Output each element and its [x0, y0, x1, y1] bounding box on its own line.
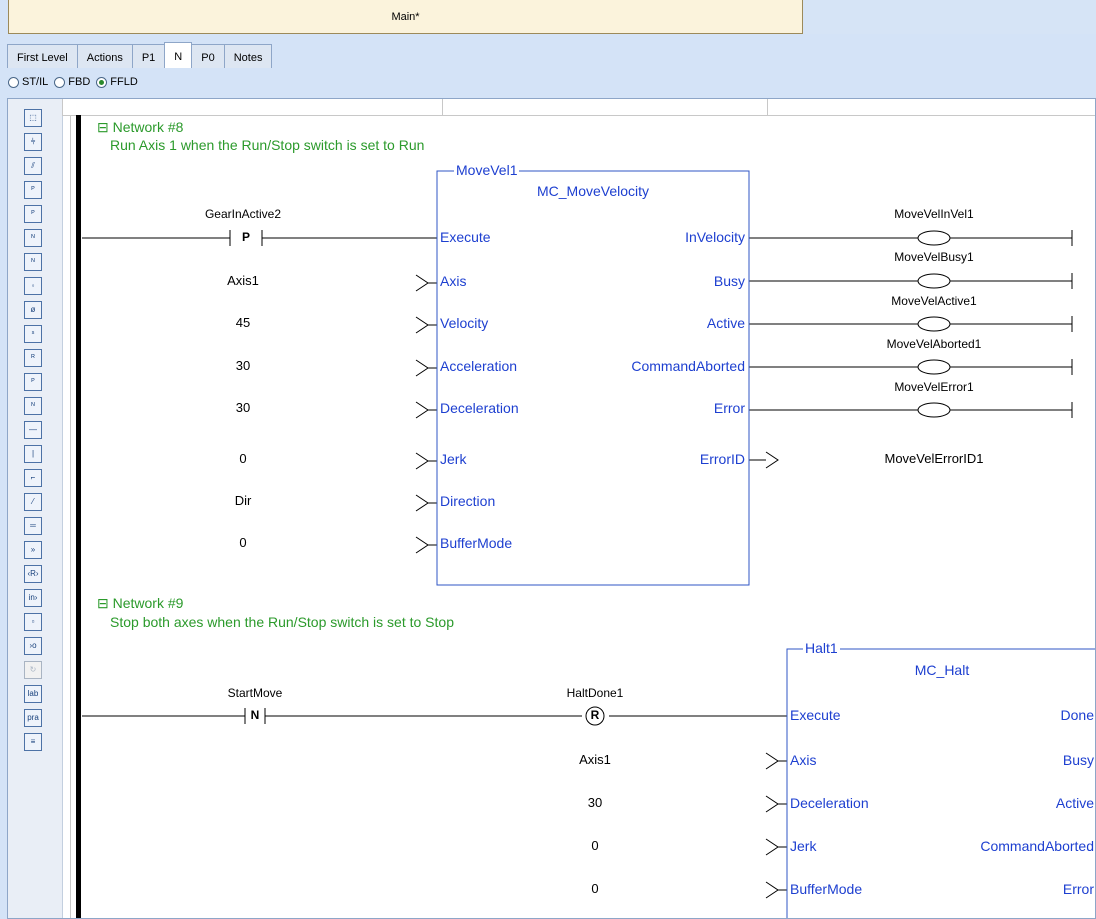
tab-p0[interactable]: P0 — [191, 44, 225, 68]
reset-coil-symbol[interactable]: R — [395, 708, 795, 722]
block-input-pin: Jerk — [440, 451, 467, 467]
output-variable[interactable]: MoveVelErrorID1 — [734, 451, 1095, 466]
block-input-pin: Execute — [790, 707, 841, 723]
falling-coil-icon[interactable]: ᴺ — [24, 397, 42, 415]
horizontal-line-icon[interactable]: — — [24, 421, 42, 439]
pragma-icon[interactable]: pra — [24, 709, 42, 727]
vertical-line-icon[interactable]: | — [24, 445, 42, 463]
negated-contact-icon[interactable]: ⫽ — [24, 157, 42, 175]
input-value[interactable]: Axis1 — [43, 273, 443, 288]
block-input-pin: Deceleration — [790, 795, 869, 811]
coil-label[interactable]: HaltDone1 — [395, 686, 795, 700]
input-value[interactable]: Axis1 — [395, 752, 795, 767]
contact-symbol[interactable]: P — [46, 230, 446, 244]
pulse-contact-icon[interactable]: ᴾ — [24, 181, 42, 199]
block-input-pin: Execute — [440, 229, 491, 245]
coil-icon[interactable]: ◦ — [24, 277, 42, 295]
variable-icon[interactable]: ▫ — [24, 613, 42, 631]
title-strip-filler — [803, 0, 1096, 34]
negated-pulse-contact-icon[interactable]: ᴾ — [24, 205, 42, 223]
radio-st-il[interactable]: ST/IL — [8, 76, 48, 88]
step-icon[interactable]: ⌐ — [24, 469, 42, 487]
block-input-pin: Acceleration — [440, 358, 518, 374]
radio-label: ST/IL — [22, 76, 49, 88]
input-value[interactable]: 0 — [395, 881, 795, 896]
reset-coil-icon[interactable]: ᴿ — [24, 349, 42, 367]
loop-icon: ↻ — [24, 661, 42, 679]
block-input-pin: Deceleration — [440, 400, 519, 416]
input-value[interactable]: 30 — [395, 795, 795, 810]
tab-p1[interactable]: P1 — [131, 44, 166, 68]
block-output-pin: CommandAborted — [980, 838, 1094, 854]
radio-button-icon[interactable] — [54, 76, 66, 88]
input-value[interactable]: 45 — [43, 315, 443, 330]
tab-first-level[interactable]: First Level — [7, 44, 78, 68]
block-output-pin: Error — [1062, 881, 1094, 897]
block-instance-name[interactable]: Halt1 — [803, 640, 840, 656]
diagram-labels: ⊟ Network #8 Run Axis 1 when the Run/Stop… — [62, 99, 1095, 918]
radio-button-icon[interactable] — [8, 76, 19, 88]
falling-contact-icon[interactable]: ᴺ — [24, 229, 42, 247]
block-input-pin: BufferMode — [790, 881, 863, 897]
radio-label: FBD — [68, 76, 91, 88]
coil-label[interactable]: MoveVelActive1 — [734, 294, 1095, 308]
negated-falling-contact-icon[interactable]: ᴺ — [24, 253, 42, 271]
radio-button-selected-icon[interactable] — [96, 76, 108, 88]
block-type-name: MC_MoveVelocity — [536, 183, 650, 199]
network-comment: Run Axis 1 when the Run/Stop switch is s… — [110, 137, 425, 153]
contact-icon[interactable]: ⫩ — [24, 133, 42, 151]
set-coil-icon[interactable]: ˢ — [24, 325, 42, 343]
tab-n[interactable]: N — [164, 42, 193, 68]
select-icon[interactable]: ⬚ — [24, 109, 42, 127]
input-value[interactable]: Dir — [43, 493, 443, 508]
diagonal-icon[interactable]: ⁄ — [24, 493, 42, 511]
block-output-pin: Error — [713, 400, 745, 416]
radio-ffld[interactable]: FFLD — [96, 76, 138, 88]
label-icon[interactable]: lab — [24, 685, 42, 703]
block-type-name: MC_Halt — [914, 662, 970, 678]
network-header[interactable]: ⊟ Network #8 — [97, 119, 183, 136]
return-icon[interactable]: ‹R› — [24, 565, 42, 583]
jump-icon[interactable]: » — [24, 541, 42, 559]
block-input-pin: Direction — [440, 493, 496, 509]
input-value[interactable]: 30 — [43, 400, 443, 415]
network-comment: Stop both axes when the Run/Stop switch … — [110, 614, 454, 630]
radio-fbd[interactable]: FBD — [54, 76, 90, 88]
block-output-pin: Busy — [713, 273, 745, 289]
block-input-pin: BufferMode — [440, 535, 513, 551]
block-output-pin: Done — [1060, 707, 1094, 723]
tab-actions[interactable]: Actions — [76, 44, 133, 68]
coil-label[interactable]: MoveVelInVel1 — [734, 207, 1095, 221]
block-output-pin: InVelocity — [685, 229, 745, 245]
input-value[interactable]: 30 — [43, 358, 443, 373]
block-instance-name[interactable]: MoveVel1 — [454, 162, 520, 178]
document-tab-title[interactable]: Main* — [8, 0, 803, 34]
coil-label[interactable]: MoveVelAborted1 — [734, 337, 1095, 351]
coil-label[interactable]: MoveVelError1 — [734, 380, 1095, 394]
block-icon[interactable]: ═ — [24, 517, 42, 535]
negated-coil-icon[interactable]: ø — [24, 301, 42, 319]
block-input-pin: Velocity — [440, 315, 489, 331]
element-toolbar: ⬚ ⫩ ⫽ ᴾ ᴾ ᴺ ᴺ ◦ ø ˢ ᴿ ᴾ ᴺ — | ⌐ ⁄ ═ » ‹R… — [8, 99, 63, 918]
block-output-pin: Busy — [1062, 752, 1094, 768]
block-output-pin: Active — [706, 315, 745, 331]
view-tabs: First Level Actions P1 N P0 Notes — [7, 42, 273, 70]
block-output-pin: Active — [1055, 795, 1094, 811]
block-input-pin: Axis — [440, 273, 467, 289]
pulse-coil-icon[interactable]: ᴾ — [24, 373, 42, 391]
radio-label: FFLD — [110, 76, 138, 88]
language-selector: ST/IL FBD FFLD — [8, 76, 138, 88]
ladder-editor[interactable]: ⬚ ⫩ ⫽ ᴾ ᴾ ᴺ ᴺ ◦ ø ˢ ᴿ ᴾ ᴺ — | ⌐ ⁄ ═ » ‹R… — [7, 98, 1096, 919]
input-variable-icon[interactable]: in› — [24, 589, 42, 607]
network-header[interactable]: ⊟ Network #9 — [97, 595, 183, 612]
more-icon[interactable]: ≡ — [24, 733, 42, 751]
tab-notes[interactable]: Notes — [223, 44, 273, 68]
contact-label: GearInActive2 — [204, 207, 282, 221]
coil-label[interactable]: MoveVelBusy1 — [734, 250, 1095, 264]
output-variable-icon[interactable]: ›o — [24, 637, 42, 655]
input-value[interactable]: 0 — [43, 451, 443, 466]
input-value[interactable]: 0 — [43, 535, 443, 550]
block-output-pin: CommandAborted — [631, 358, 745, 374]
input-value[interactable]: 0 — [395, 838, 795, 853]
